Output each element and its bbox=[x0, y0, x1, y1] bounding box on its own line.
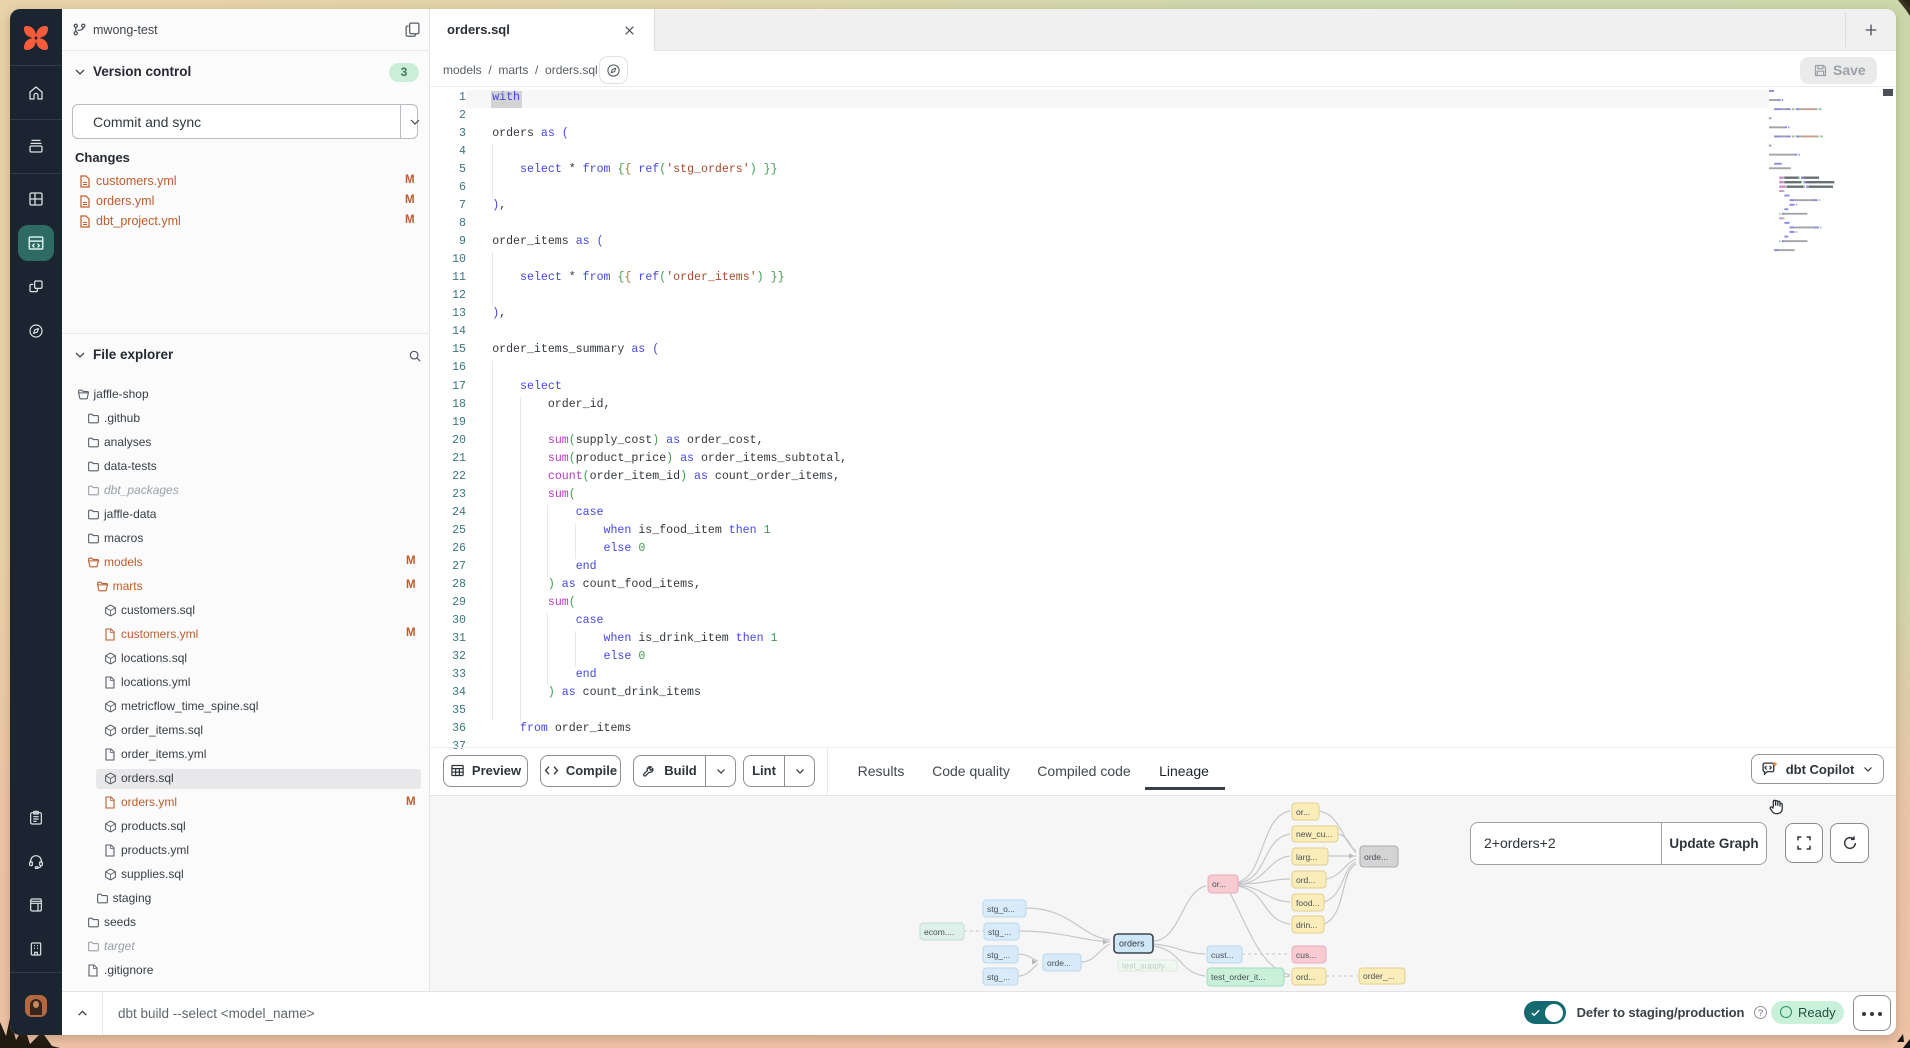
svg-text:drin...: drin... bbox=[1296, 920, 1317, 930]
svg-text:stg_...: stg_... bbox=[987, 950, 1010, 960]
svg-text:larg...: larg... bbox=[1296, 852, 1317, 862]
svg-text:stg_o...: stg_o... bbox=[987, 904, 1015, 914]
svg-text:orders: orders bbox=[1119, 939, 1145, 949]
svg-text:stg_...: stg_... bbox=[987, 972, 1010, 982]
svg-text:orde...: orde... bbox=[1047, 958, 1071, 968]
svg-text:test_supply...: test_supply... bbox=[1122, 961, 1171, 971]
svg-text:ord...: ord... bbox=[1296, 875, 1315, 885]
svg-text:ecom....: ecom.... bbox=[924, 927, 954, 937]
svg-text:order_...: order_... bbox=[1363, 971, 1395, 981]
svg-text:new_cu...: new_cu... bbox=[1296, 829, 1332, 839]
svg-text:orde...: orde... bbox=[1364, 852, 1388, 862]
svg-text:or...: or... bbox=[1212, 879, 1226, 889]
svg-text:cus...: cus... bbox=[1296, 950, 1316, 960]
svg-text:food...: food... bbox=[1296, 898, 1320, 908]
svg-text:ord...: ord... bbox=[1296, 972, 1315, 982]
svg-text:test_order_it...: test_order_it... bbox=[1211, 972, 1265, 982]
svg-text:cust...: cust... bbox=[1211, 950, 1234, 960]
svg-text:or...: or... bbox=[1296, 807, 1310, 817]
svg-text:stg_...: stg_... bbox=[988, 927, 1011, 937]
